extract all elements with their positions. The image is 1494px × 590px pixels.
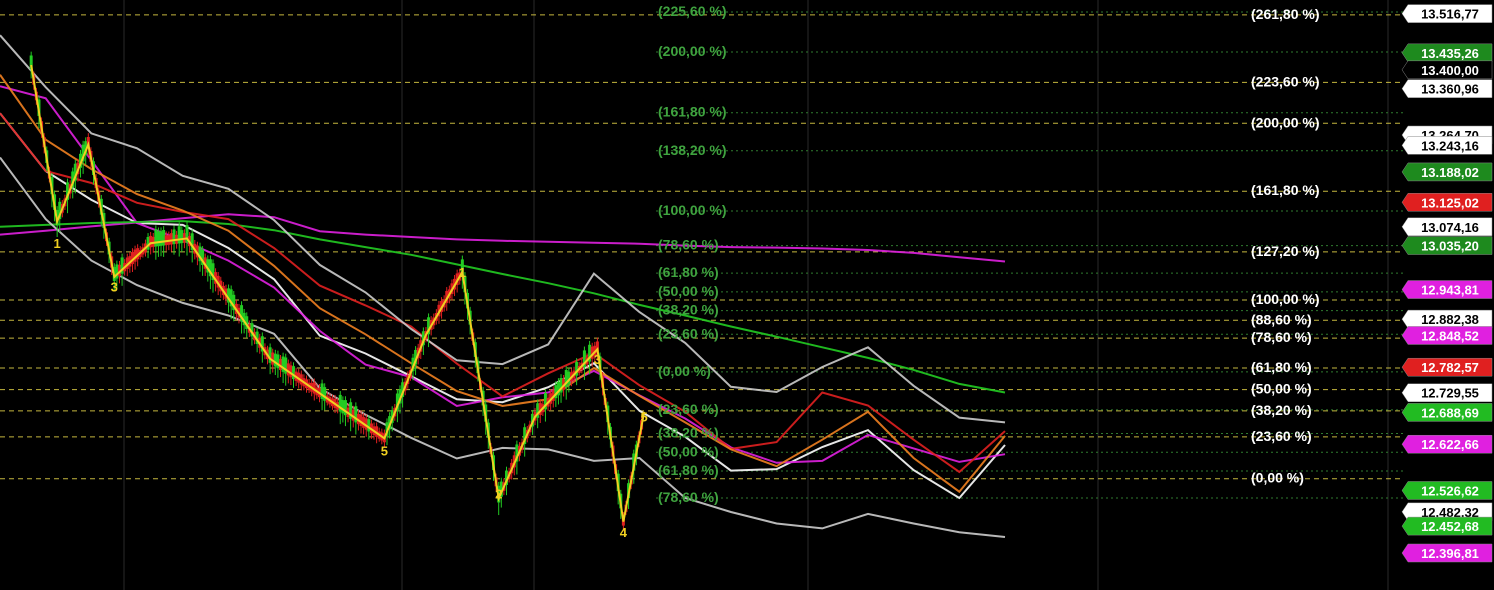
price-tag: 12.943,81: [1401, 280, 1493, 299]
candle-body: [271, 352, 275, 365]
price-tag-label: 12.848,52: [1421, 328, 1479, 343]
fib-label-left: (50,00 %): [658, 283, 719, 299]
fib-label-right: (50,00 %): [1251, 381, 1312, 397]
fib-label-left: (23,60 %): [658, 401, 719, 417]
candle-body: [156, 231, 160, 247]
fib-label-left: (78,60 %): [658, 237, 719, 253]
fib-label-left: (23,60 %): [658, 325, 719, 341]
candle-body: [159, 231, 163, 246]
fib-label-left: (78,60 %): [658, 489, 719, 505]
price-tag-label: 12.882,38: [1421, 312, 1479, 327]
price-tag-label: 12.688,69: [1421, 405, 1479, 420]
fib-label-right: (88,60 %): [1251, 311, 1312, 327]
price-tag-label: 13.125,02: [1421, 195, 1479, 210]
wave-label: 5: [641, 410, 648, 425]
price-tag: 13.035,20: [1401, 236, 1493, 255]
candle-body: [177, 226, 181, 244]
price-tag: 13.435,26: [1401, 43, 1493, 63]
price-tag-label: 12.622,66: [1421, 437, 1479, 452]
price-tag: 13.360,96: [1401, 79, 1493, 98]
candle-body: [149, 235, 153, 248]
price-tag-label: 13.516,77: [1421, 7, 1479, 22]
fib-label-right: (261,80 %): [1251, 6, 1319, 22]
price-tag-label: 12.943,81: [1421, 283, 1479, 298]
candle-body: [169, 233, 173, 245]
fib-label-right: (38,20 %): [1251, 402, 1312, 418]
price-tag: 12.526,62: [1401, 481, 1493, 500]
price-tag: 12.848,52: [1401, 326, 1493, 345]
price-tag-label: 12.729,55: [1421, 386, 1479, 401]
price-tag-label: 13.243,16: [1421, 138, 1479, 153]
price-tag: 12.452,68: [1401, 516, 1493, 536]
wave-label: 3: [594, 352, 601, 367]
price-tag-label: 12.452,68: [1421, 519, 1479, 534]
price-tag-label: 13.360,96: [1421, 82, 1479, 97]
fib-label-right: (127,20 %): [1251, 243, 1319, 259]
candle-body: [286, 363, 290, 376]
candle-body: [180, 230, 184, 244]
fib-label-left: (38,20 %): [658, 424, 719, 440]
wave-label: 1: [459, 265, 466, 280]
price-tag: 13.188,02: [1401, 162, 1493, 182]
fib-label-right: (100,00 %): [1251, 291, 1319, 307]
price-tag-label: 12.396,81: [1421, 546, 1479, 561]
wave-label: 1: [54, 236, 61, 251]
price-tag: 12.882,38: [1401, 309, 1493, 329]
price-tag-label: 13.035,20: [1421, 239, 1479, 254]
candle-body: [273, 353, 277, 367]
fib-label-left: (61,80 %): [658, 264, 719, 280]
fib-label-right: (223,60 %): [1251, 73, 1319, 89]
wave-label: 4: [620, 525, 628, 540]
fib-label-left: (100,00 %): [658, 202, 726, 218]
fib-label-left: (161,80 %): [658, 104, 726, 120]
price-tag: 13.516,77: [1401, 4, 1493, 23]
price-tag-label: 13.435,26: [1421, 46, 1479, 61]
price-tag: 12.782,57: [1401, 357, 1493, 377]
price-tag-label: 13.188,02: [1421, 165, 1479, 180]
price-tag: 12.729,55: [1401, 383, 1493, 402]
fib-label-right: (0,00 %): [1251, 470, 1304, 486]
candle-body: [292, 366, 296, 380]
price-tag-label: 13.400,00: [1421, 63, 1479, 78]
price-tag-label: 12.526,62: [1421, 483, 1479, 498]
fib-label-left: (225,60 %): [658, 3, 726, 19]
wave-label: 2: [495, 487, 502, 502]
fib-label-right: (200,00 %): [1251, 114, 1319, 130]
price-tag: 13.400,00: [1401, 60, 1493, 80]
price-tag: 13.125,02: [1401, 193, 1493, 212]
candle-body: [172, 229, 176, 245]
fib-label-right: (23,60 %): [1251, 428, 1312, 444]
candle-body: [162, 229, 166, 246]
price-tag-label: 12.782,57: [1421, 360, 1479, 375]
candle-body: [341, 400, 345, 414]
fib-label-right: (61,80 %): [1251, 359, 1312, 375]
price-tag: 13.243,16: [1401, 136, 1493, 155]
candle-body: [367, 419, 371, 432]
fib-label-left: (61,80 %): [658, 462, 719, 478]
price-tag-label: 13.074,16: [1421, 220, 1479, 235]
candle-body: [154, 229, 158, 247]
fib-label-right: (161,80 %): [1251, 182, 1319, 198]
price-tag: 12.688,69: [1401, 403, 1493, 422]
fib-label-left: (200,00 %): [658, 43, 726, 59]
price-tag: 13.074,16: [1401, 217, 1493, 237]
fib-label-left: (0,00 %): [658, 363, 711, 379]
fib-label-left: (138,20 %): [658, 142, 726, 158]
price-tag: 12.622,66: [1401, 434, 1493, 454]
candle-body: [289, 365, 293, 378]
fib-label-left: (38,20 %): [658, 302, 719, 318]
price-tag: 12.396,81: [1401, 543, 1493, 563]
fib-label-left: (50,00 %): [658, 443, 719, 459]
fib-label-right: (78,60 %): [1251, 329, 1312, 345]
wave-label: 5: [381, 443, 388, 458]
wave-label: 3: [111, 280, 118, 295]
stock-chart[interactable]: 1 3 5 1 2 3 4 5 (261,80 %) (223,60 %) (200,00 %) (…: [0, 0, 1494, 590]
